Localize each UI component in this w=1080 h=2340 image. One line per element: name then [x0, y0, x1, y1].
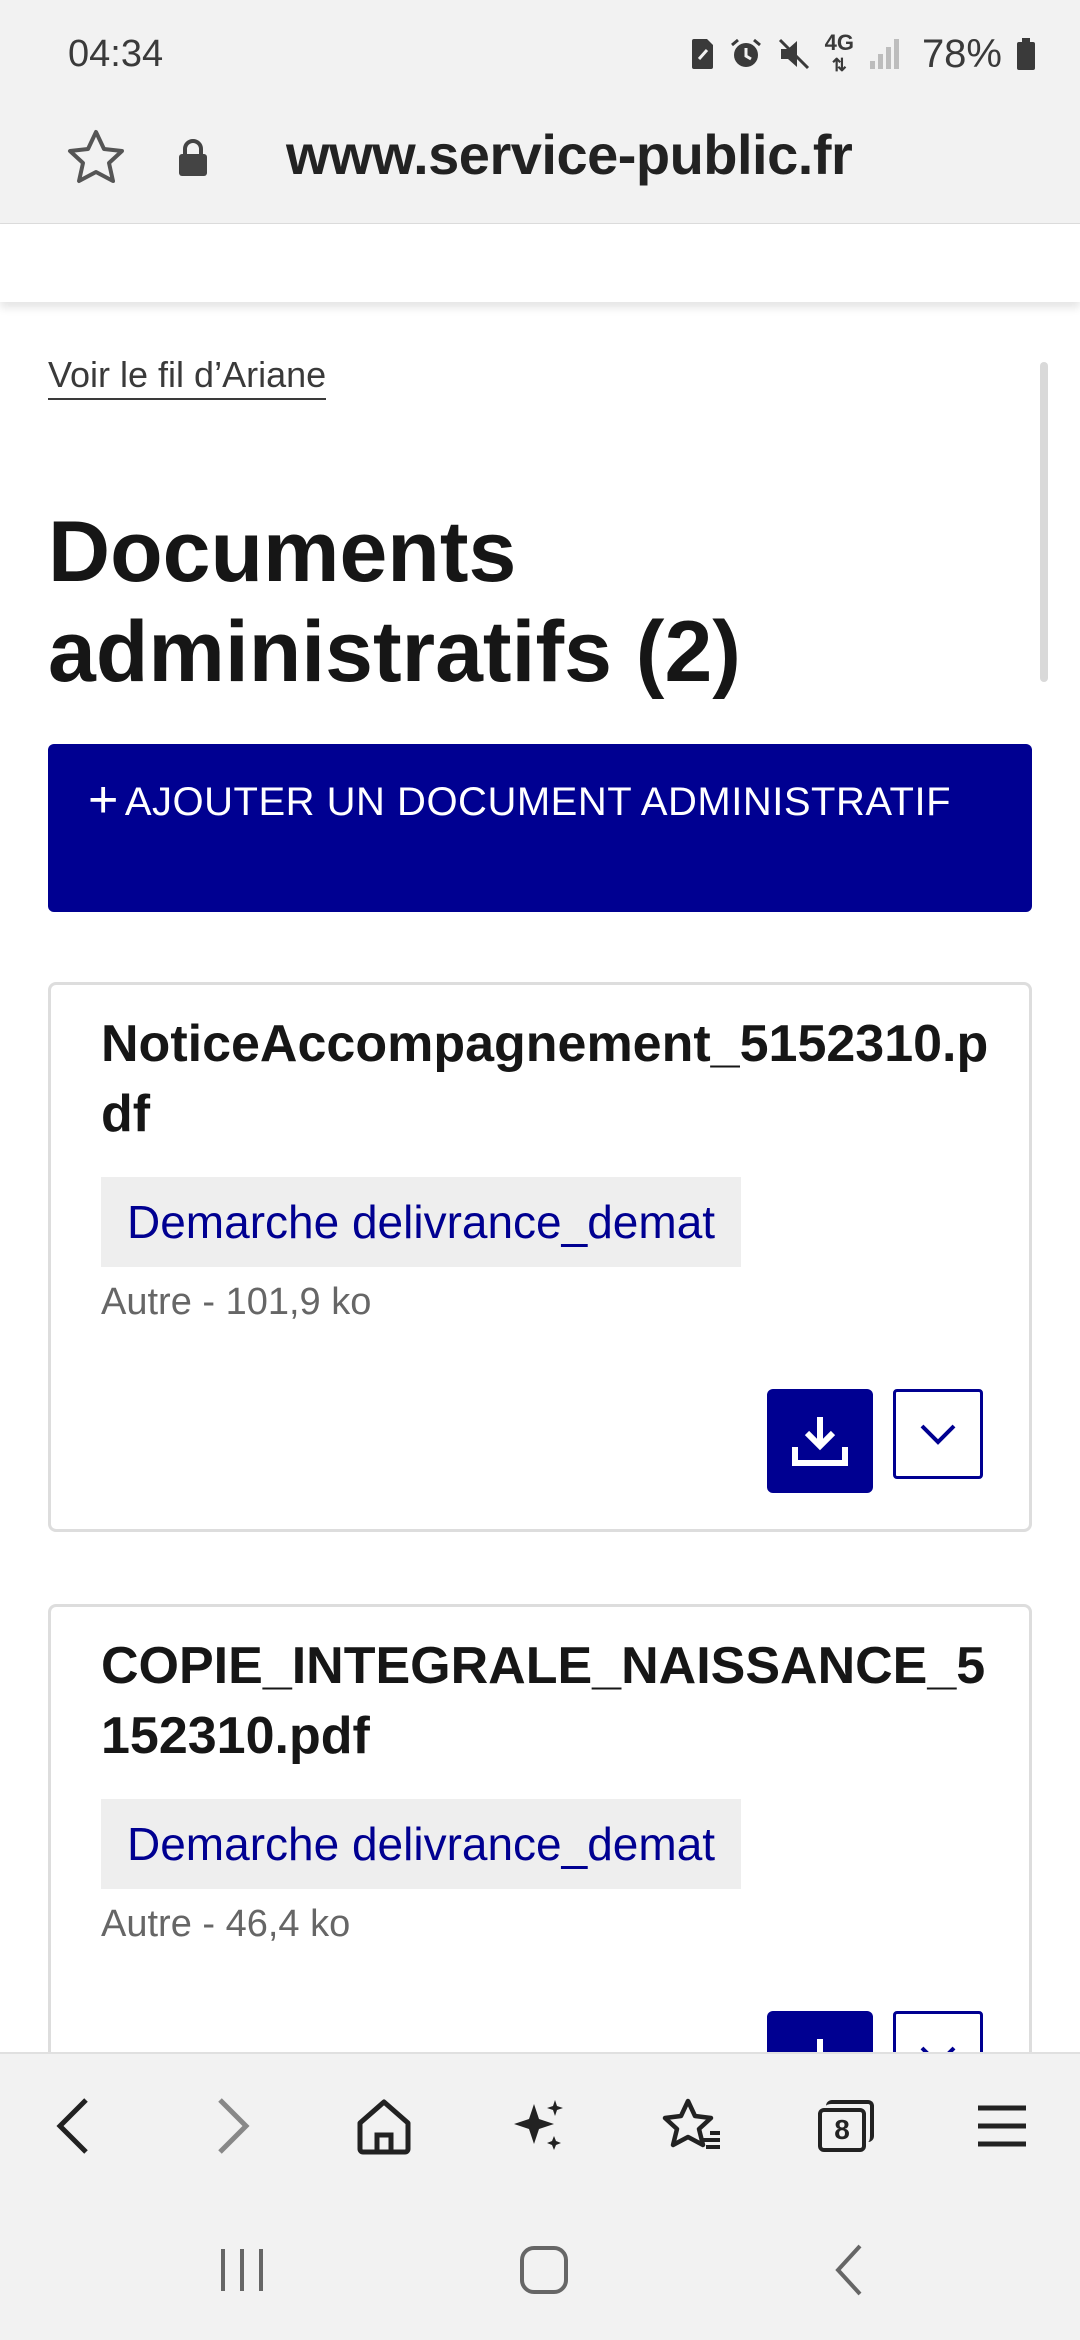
assistant-icon: [514, 2100, 563, 2150]
chevron-down-icon: [920, 1424, 956, 1445]
bookmarks-button[interactable]: [648, 2082, 736, 2170]
expand-button[interactable]: [893, 1389, 983, 1479]
browser-toolbar: 8: [0, 2052, 1080, 2196]
scrollbar[interactable]: [1040, 362, 1048, 682]
download-button[interactable]: [767, 1389, 873, 1493]
signal-icon: [869, 39, 899, 69]
site-header-strip: [0, 224, 1080, 302]
status-bar: 04:34 4G ⇅ 78%: [0, 0, 1080, 108]
download-button[interactable]: [767, 2011, 873, 2052]
home-nav-button[interactable]: [500, 2226, 588, 2314]
download-icon: [817, 2039, 823, 2052]
document-name: NoticeAccompagnement_5152310.pdf: [101, 1015, 989, 1143]
document-meta: Autre - 46,4 ko: [101, 1903, 351, 1945]
download-icon: [792, 1417, 848, 1466]
document-meta: Autre - 101,9 ko: [101, 1281, 372, 1323]
tabs-count: 8: [834, 2114, 850, 2145]
bookmark-star-button[interactable]: [62, 124, 130, 192]
url-text[interactable]: www.service-public.fr: [286, 122, 853, 187]
battery-percent: 78%: [921, 31, 1002, 76]
page-content[interactable]: Voir le fil d’Ariane Documents administr…: [0, 302, 1080, 2052]
recent-apps-icon: [221, 2249, 263, 2291]
back-icon: [56, 2098, 88, 2154]
battery-icon: [1017, 38, 1035, 70]
status-icons: 4G ⇅ 78%: [691, 32, 1036, 77]
home-button[interactable]: [340, 2082, 428, 2170]
sim-icon: [691, 39, 713, 69]
assistant-button[interactable]: [494, 2082, 582, 2170]
home-nav-icon: [520, 2246, 568, 2294]
document-name: COPIE_INTEGRALE_NAISSANCE_5152310.pdf: [101, 1637, 986, 1765]
address-bar: www.service-public.fr: [0, 108, 1080, 292]
document-tag: Demarche delivrance_demat: [101, 1177, 742, 1267]
back-nav-button[interactable]: [806, 2226, 894, 2314]
alarm-icon: [730, 38, 761, 67]
network-label: 4G: [824, 30, 854, 55]
network-4g-icon: 4G ⇅: [825, 32, 854, 76]
menu-button[interactable]: [958, 2082, 1046, 2170]
lock-icon[interactable]: [175, 138, 211, 178]
document-card: NoticeAccompagnement_5152310.pdf Demarch…: [48, 982, 1032, 1532]
add-document-label: AJOUTER UN DOCUMENT ADMINISTRATIF: [124, 780, 952, 824]
tabs-icon-frame: 8: [818, 2108, 866, 2152]
menu-icon: [978, 2105, 1026, 2147]
page-title: Documents administratifs (2): [48, 504, 741, 700]
forward-icon: [218, 2098, 250, 2154]
data-arrows: ⇅: [831, 55, 847, 75]
mute-icon: [778, 38, 809, 70]
plus-icon: +: [88, 771, 119, 829]
home-icon: [357, 2099, 411, 2155]
back-nav-icon: [835, 2244, 862, 2296]
tabs-button[interactable]: 8: [802, 2082, 890, 2170]
system-navigation-bar: [0, 2196, 1080, 2340]
add-document-button[interactable]: + AJOUTER UN DOCUMENT ADMINISTRATIF: [48, 744, 1032, 912]
breadcrumb-toggle-link[interactable]: Voir le fil d’Ariane: [48, 354, 327, 400]
forward-button[interactable]: [188, 2082, 276, 2170]
expand-button[interactable]: [893, 2011, 983, 2052]
bookmarks-icon: [662, 2098, 720, 2149]
back-button[interactable]: [30, 2082, 118, 2170]
recent-apps-button[interactable]: [198, 2226, 286, 2314]
tabs-icon: 8: [816, 2098, 876, 2154]
document-tag: Demarche delivrance_demat: [101, 1799, 742, 1889]
chevron-down-icon: [920, 2046, 956, 2052]
status-time: 04:34: [68, 32, 164, 75]
star-icon: [68, 130, 124, 183]
document-card: COPIE_INTEGRALE_NAISSANCE_5152310.pdf De…: [48, 1604, 1032, 2052]
